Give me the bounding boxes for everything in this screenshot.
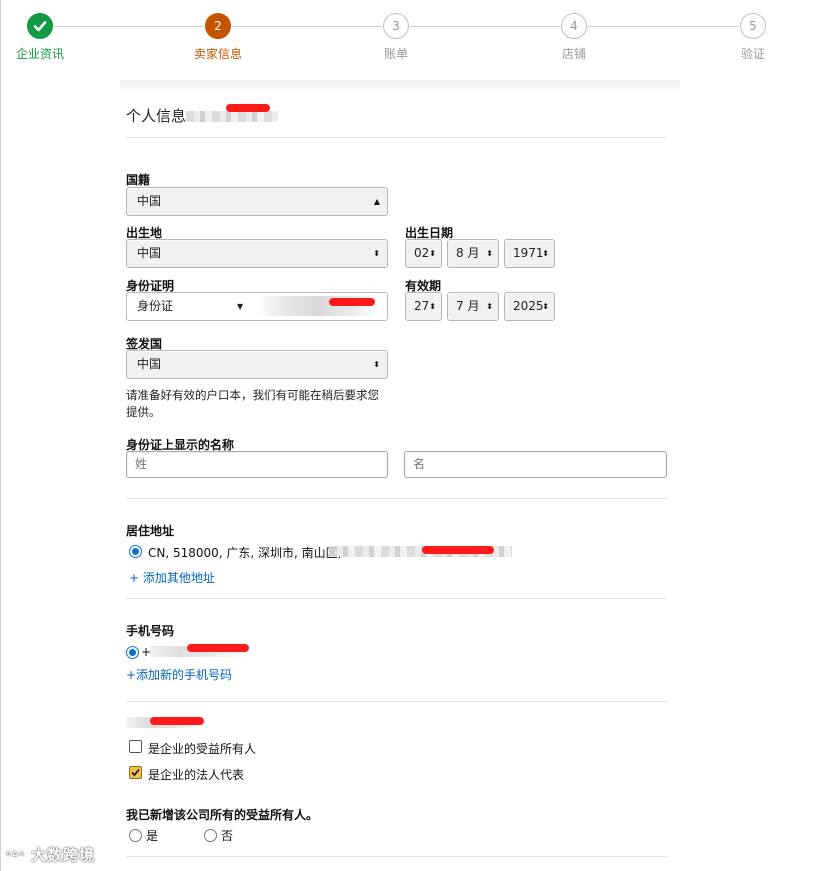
step-5-label: 验证	[740, 47, 765, 61]
step-3-label: 账单	[383, 47, 408, 61]
progress-stepper: 企业资讯 2 卖家信息 3 账单 4 店铺 5 验证	[0, 0, 821, 80]
divider	[126, 137, 667, 138]
address-text: CN, 518000, 广东, 深圳市, 南山区,	[148, 546, 342, 560]
left-border	[0, 0, 1, 871]
step-1-label: 企业资讯	[15, 47, 64, 61]
owners-added-yes-label: 是	[146, 829, 159, 843]
watermark-glyph-icon: ᐢᐞᐢ	[6, 849, 25, 863]
first-name-input[interactable]: 名	[404, 451, 667, 478]
select-arrows-icon: ⬍	[373, 249, 380, 258]
step-connector	[54, 26, 204, 27]
birth-year-select[interactable]: 1971 ⬍	[504, 239, 555, 268]
watermark-logo: ᐢᐞᐢ 大数跨境	[6, 844, 95, 865]
select-arrows-icon: ⬍	[486, 249, 493, 258]
section-title: 个人信息	[126, 107, 187, 125]
birth-month-select[interactable]: 8 月 ⬍	[447, 239, 499, 268]
phone-label: 手机号码	[126, 624, 175, 638]
divider	[126, 856, 667, 857]
id-type-value: 身份证	[137, 299, 174, 313]
dropdown-arrow-icon: ▼	[237, 302, 244, 311]
expiry-year-value: 2025	[513, 299, 544, 313]
address-radio[interactable]	[129, 545, 142, 558]
step-2-number: 2	[205, 13, 231, 39]
phone-radio[interactable]	[126, 646, 139, 659]
last-name-placeholder: 姓	[135, 457, 148, 471]
last-name-input[interactable]: 姓	[126, 451, 388, 478]
expiry-day-select[interactable]: 27 ⬍	[405, 292, 442, 321]
step-3-number: 3	[383, 13, 409, 39]
redaction-mark	[226, 104, 270, 112]
expiry-month-value: 7 月	[456, 299, 480, 313]
legal-rep-checkbox[interactable]	[129, 766, 142, 779]
select-arrows-icon: ⬍	[542, 302, 549, 311]
notice-line-2: 提供。	[126, 405, 161, 419]
step-5-number: 5	[740, 13, 766, 39]
redacted-name	[186, 111, 278, 122]
birth-month-value: 8 月	[456, 246, 480, 260]
step-connector	[588, 26, 738, 27]
select-arrows-icon: ▲	[373, 197, 380, 206]
redaction-mark	[422, 546, 494, 554]
first-name-placeholder: 名	[413, 457, 426, 471]
select-arrows-icon: ⬍	[429, 302, 436, 311]
select-arrows-icon: ⬍	[429, 249, 436, 258]
beneficial-owner-checkbox[interactable]	[129, 740, 142, 753]
step-4-number: 4	[561, 13, 587, 39]
owners-added-no-radio[interactable]	[204, 829, 217, 842]
step-connector	[232, 26, 382, 27]
select-arrows-icon: ⬍	[373, 360, 380, 369]
step-connector	[410, 26, 560, 27]
checkmark-icon	[131, 768, 140, 777]
add-phone-link[interactable]: +添加新的手机号码	[126, 666, 232, 683]
owners-added-yes-radio[interactable]	[129, 829, 142, 842]
step-2-label: 卖家信息	[193, 47, 242, 61]
beneficial-owner-label: 是企业的受益所有人	[148, 742, 257, 756]
redaction-mark	[187, 644, 249, 652]
owners-added-no-label: 否	[221, 829, 234, 843]
notice-line-1: 请准备好有效的户口本，我们有可能在稍后要求您	[126, 388, 379, 402]
nationality-select[interactable]: 中国 ▲	[126, 187, 388, 216]
divider	[126, 598, 667, 599]
issuing-country-value: 中国	[137, 357, 162, 371]
birthplace-value: 中国	[137, 246, 162, 260]
header-shadow	[120, 80, 680, 94]
redaction-mark	[150, 717, 204, 725]
expiry-month-select[interactable]: 7 月 ⬍	[447, 292, 499, 321]
step-4-label: 店铺	[561, 47, 586, 61]
nationality-value: 中国	[137, 194, 162, 208]
legal-rep-label: 是企业的法人代表	[148, 768, 245, 782]
watermark-text: 大数跨境	[31, 846, 96, 864]
birth-day-select[interactable]: 02 ⬍	[405, 239, 442, 268]
divider	[126, 701, 667, 702]
select-arrows-icon: ⬍	[486, 302, 493, 311]
divider	[126, 498, 667, 499]
owners-added-question: 我已新增该公司所有的受益所有人。	[126, 808, 319, 822]
birth-year-value: 1971	[513, 246, 544, 260]
expiry-year-select[interactable]: 2025 ⬍	[504, 292, 555, 321]
nationality-label: 国籍	[126, 173, 151, 187]
birth-day-value: 02	[414, 246, 430, 260]
expiry-day-value: 27	[414, 299, 430, 313]
redaction-mark	[329, 298, 375, 306]
select-arrows-icon: ⬍	[542, 249, 549, 258]
issuing-country-select[interactable]: 中国 ⬍	[126, 350, 388, 379]
step-1-check-icon	[27, 13, 53, 39]
residence-label: 居住地址	[126, 524, 175, 538]
add-address-link[interactable]: + 添加其他地址	[129, 569, 215, 586]
birthplace-select[interactable]: 中国 ⬍	[126, 239, 388, 268]
